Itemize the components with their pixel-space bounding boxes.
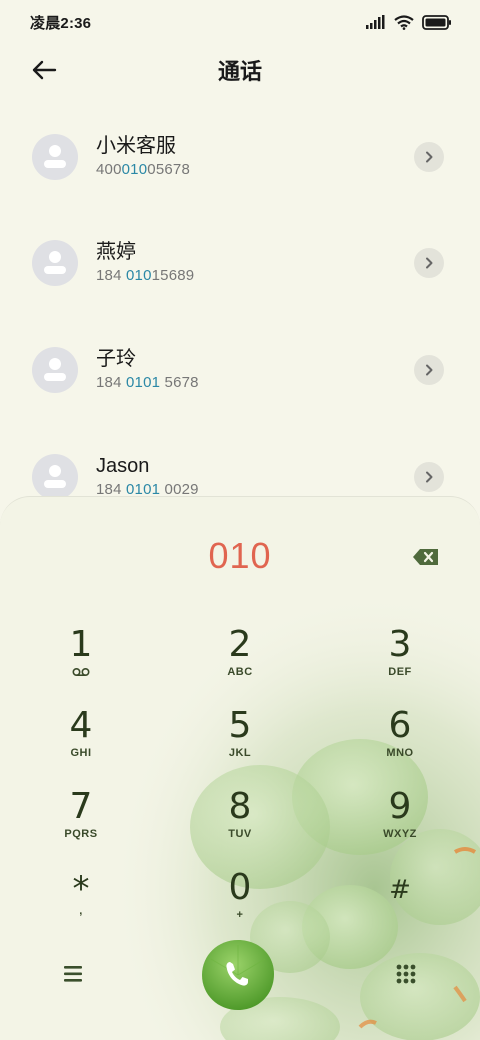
key-digit: 1 (69, 624, 93, 665)
number-suffix: 05678 (147, 161, 190, 178)
key-letters: MNO (386, 747, 414, 759)
key-letters: DEF (388, 666, 412, 678)
menu-icon (64, 966, 82, 982)
key-letters: JKL (228, 747, 252, 759)
key-5[interactable]: 5 JKL (180, 706, 300, 782)
contact-text: Jason 184 0101 0029 (96, 453, 199, 501)
key-digit: # (389, 875, 411, 905)
key-digit: 7 (69, 786, 93, 827)
key-letters: PQRS (64, 828, 98, 840)
key-digit: 9 (388, 786, 412, 827)
contact-number: 184 01015689 (96, 265, 194, 287)
phone-icon (202, 940, 274, 1010)
key-digit: 3 (388, 624, 412, 665)
person-icon (44, 465, 66, 488)
person-icon (44, 358, 66, 381)
avatar (32, 134, 78, 180)
number-match: 0101 (126, 374, 161, 391)
backspace-button[interactable] (412, 547, 440, 567)
status-icons (366, 14, 452, 30)
number-prefix: 400 (96, 161, 122, 178)
key-letters: GHI (70, 747, 92, 759)
back-arrow-icon (32, 60, 57, 80)
key-letters: + (236, 909, 244, 921)
key-digit: * (72, 869, 90, 909)
key-2[interactable]: 2 ABC (180, 625, 300, 701)
contact-name: Jason (96, 455, 150, 477)
number-match: 010 (121, 161, 148, 178)
number-suffix: 15689 (151, 267, 195, 284)
avatar (32, 347, 78, 393)
key-digit: 0 (228, 867, 252, 908)
avatar (32, 240, 78, 286)
dialer-panel: 010 1 2 ABC 3 DEF 4 GHI 5 JKL 6 MNO 7 PQ… (0, 496, 480, 1040)
key-letters: TUV (228, 828, 252, 840)
battery-icon (422, 14, 451, 30)
detail-button[interactable] (414, 355, 444, 385)
status-bar: 凌晨2:36 (0, 0, 480, 44)
signal-icon (366, 15, 385, 29)
chevron-right-icon (426, 471, 433, 483)
person-icon (44, 145, 66, 168)
number-prefix: 184 (96, 374, 126, 391)
contact-row[interactable]: 小米客服 40001005678 (0, 104, 480, 210)
voicemail-icon (72, 667, 90, 677)
number-match: 010 (126, 267, 152, 284)
chevron-right-icon (426, 364, 433, 376)
chevron-right-icon (426, 257, 433, 269)
contact-text: 燕婷 184 01015689 (96, 239, 194, 287)
contact-list: 小米客服 40001005678 燕婷 184 01015689 子玲 184 … (0, 104, 480, 504)
contact-row[interactable]: Jason 184 0101 0029 (0, 424, 480, 504)
backspace-icon (413, 549, 438, 565)
chevron-right-icon (426, 151, 433, 163)
key-letters: ABC (227, 666, 253, 678)
key-6[interactable]: 6 MNO (340, 706, 460, 782)
avatar (32, 454, 78, 500)
contact-number: 40001005678 (96, 159, 190, 181)
contact-name: 子玲 (96, 348, 136, 370)
contact-text: 小米客服 40001005678 (96, 133, 190, 181)
contact-name: 燕婷 (96, 241, 136, 263)
dialed-number: 010 (208, 535, 272, 576)
key-3[interactable]: 3 DEF (340, 625, 460, 701)
detail-button[interactable] (414, 462, 444, 492)
contact-row[interactable]: 燕婷 184 01015689 (0, 210, 480, 316)
keypad-grid-icon (396, 964, 416, 984)
keypad-toggle-button[interactable] (394, 962, 418, 986)
person-icon (44, 251, 66, 274)
wifi-icon (394, 14, 414, 30)
header: 通话 (0, 44, 480, 96)
contact-name: 小米客服 (96, 135, 176, 157)
call-button[interactable] (199, 937, 277, 1013)
menu-button[interactable] (60, 963, 86, 985)
detail-button[interactable] (414, 142, 444, 172)
page-title: 通话 (217, 59, 262, 84)
key-1[interactable]: 1 (21, 625, 141, 701)
key-4[interactable]: 4 GHI (21, 706, 141, 782)
key-8[interactable]: 8 TUV (180, 787, 300, 863)
number-suffix: 5678 (160, 374, 199, 391)
back-button[interactable] (28, 56, 60, 84)
key-7[interactable]: 7 PQRS (21, 787, 141, 863)
key-digit: 4 (69, 705, 93, 746)
contact-text: 子玲 184 0101 5678 (96, 346, 199, 394)
key-9[interactable]: 9 WXYZ (340, 787, 460, 863)
detail-button[interactable] (414, 248, 444, 278)
key-digit: 5 (228, 705, 252, 746)
key-letters: , (79, 905, 83, 917)
contact-number: 184 0101 5678 (96, 372, 199, 394)
contact-row[interactable]: 子玲 184 0101 5678 (0, 317, 480, 423)
key-digit: 2 (228, 624, 252, 665)
number-prefix: 184 (96, 267, 126, 284)
key-digit: 8 (228, 786, 252, 827)
status-time: 凌晨2:36 (30, 14, 92, 32)
key-letters: WXYZ (383, 828, 417, 840)
key-digit: 6 (388, 705, 412, 746)
dialer-bottom-bar (0, 933, 480, 1013)
